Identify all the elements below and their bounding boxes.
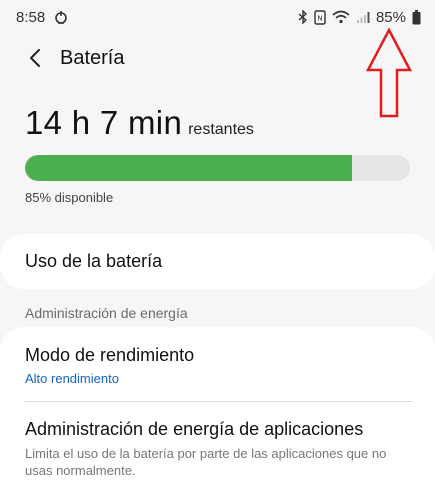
time-remaining: 14 h 7 min restantes [25, 104, 254, 142]
status-time: 8:58 [16, 8, 46, 26]
wifi-icon [332, 10, 350, 24]
battery-icon [412, 9, 421, 25]
notification-app-icon [53, 9, 69, 25]
battery-usage-label: Uso de la batería [25, 251, 163, 271]
status-left: 8:58 [16, 9, 69, 26]
page-title: Batería [60, 46, 125, 69]
power-management-card: Modo de rendimiento Alto rendimiento Adm… [0, 327, 435, 500]
svg-text:N: N [317, 14, 322, 22]
time-remaining-suffix: restantes [188, 121, 254, 138]
battery-percent-text: 85% [375, 8, 406, 26]
battery-level-bar [25, 155, 410, 181]
battery-available-text: 85% disponible [25, 190, 114, 205]
performance-mode-item[interactable]: Modo de rendimiento Alto rendimiento [25, 345, 415, 386]
app-header: Batería [0, 38, 435, 78]
back-button[interactable] [22, 43, 48, 73]
nfc-icon: N [314, 9, 326, 25]
app-power-management-description: Limita el uso de la batería por parte de… [25, 446, 387, 478]
time-remaining-value: 14 h 7 min [25, 104, 183, 141]
status-right: N 85% [298, 9, 421, 26]
bluetooth-icon [298, 10, 308, 24]
power-management-section-header: Administración de energía [25, 305, 188, 321]
app-power-management-title: Administración de energía de aplicacione… [25, 419, 364, 439]
divider [25, 401, 413, 402]
signal-icon [356, 10, 370, 24]
performance-mode-title: Modo de rendimiento [25, 345, 195, 365]
battery-level-fill [25, 155, 353, 181]
app-power-management-item[interactable]: Administración de energía de aplicacione… [25, 419, 415, 479]
performance-mode-value: Alto rendimiento [25, 371, 119, 386]
chevron-left-icon [30, 49, 40, 67]
battery-usage-item[interactable]: Uso de la batería [0, 234, 435, 289]
